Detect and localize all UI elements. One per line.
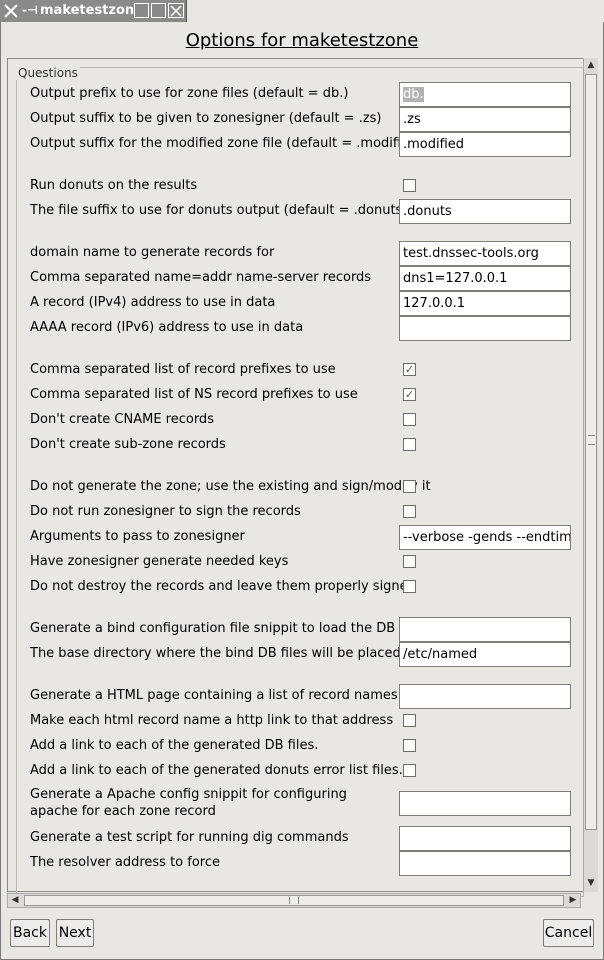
option-input[interactable] <box>399 617 571 642</box>
option-input[interactable]: 127.0.0.1 <box>399 291 571 316</box>
option-label: Don't create CNAME records <box>30 412 214 427</box>
option-checkbox[interactable] <box>403 555 416 568</box>
option-checkbox[interactable] <box>403 413 416 426</box>
option-input-value: .zs <box>403 112 421 127</box>
option-input-value: dns1=127.0.0.1 <box>403 271 508 286</box>
option-checkbox[interactable] <box>403 179 416 192</box>
option-label: The base directory where the bind DB fil… <box>30 646 401 661</box>
option-label: domain name to generate records for <box>30 245 275 260</box>
option-label: Do not run zonesigner to sign the record… <box>30 504 301 519</box>
option-input[interactable] <box>399 684 571 709</box>
option-checkbox[interactable] <box>403 480 416 493</box>
horizontal-scrollbar[interactable]: ◀ ▶ <box>7 893 581 908</box>
option-checkbox[interactable]: ✓ <box>403 388 416 401</box>
option-label: Comma separated list of record prefixes … <box>30 362 336 377</box>
option-checkbox[interactable] <box>403 764 416 777</box>
scroll-right-arrow-icon[interactable]: ▶ <box>566 894 580 907</box>
option-input[interactable]: /etc/named <box>399 642 571 667</box>
vertical-scrollbar[interactable]: ▲ ▼ <box>583 58 598 892</box>
option-label: Run donuts on the results <box>30 178 198 193</box>
option-input[interactable]: --verbose -gends --endtime + <box>399 525 571 550</box>
option-input[interactable] <box>399 851 571 876</box>
option-label: Add a link to each of the generated donu… <box>30 763 403 778</box>
option-checkbox[interactable]: ✓ <box>403 363 416 376</box>
option-label: Generate a HTML page containing a list o… <box>30 688 398 703</box>
back-button[interactable]: Back <box>10 919 50 947</box>
next-button[interactable]: Next <box>56 919 94 947</box>
window-title: maketestzone <box>40 3 143 18</box>
option-checkbox[interactable] <box>403 714 416 727</box>
option-checkbox[interactable] <box>403 580 416 593</box>
option-input[interactable]: .donuts <box>399 199 571 224</box>
close-button[interactable] <box>168 3 184 18</box>
option-label: Don't create sub-zone records <box>30 437 226 452</box>
checkmark-icon: ✓ <box>404 363 415 376</box>
horizontal-scroll-thumb[interactable] <box>24 895 564 906</box>
option-label: The file suffix to use for donuts output… <box>30 203 408 218</box>
vertical-scroll-thumb[interactable] <box>585 74 597 830</box>
close-icon <box>170 5 182 17</box>
option-input-value: --verbose -gends --endtime + <box>403 530 571 545</box>
cancel-button[interactable]: Cancel <box>543 919 594 947</box>
option-checkbox[interactable] <box>403 505 416 518</box>
option-input[interactable]: db. <box>399 82 571 107</box>
page-title: Options for maketestzone <box>185 30 419 51</box>
scroll-down-arrow-icon[interactable]: ▼ <box>584 876 598 890</box>
checkmark-icon: ✓ <box>404 388 415 401</box>
option-input-value: test.dnssec-tools.org <box>403 246 539 261</box>
option-input-value: .donuts <box>403 204 452 219</box>
option-label: A record (IPv4) address to use in data <box>30 295 276 310</box>
questions-frame-label: Questions <box>16 66 80 80</box>
option-input[interactable] <box>399 826 571 851</box>
option-label: Output suffix for the modified zone file… <box>30 136 423 151</box>
window-menu-icon[interactable] <box>3 3 19 19</box>
option-input[interactable]: .zs <box>399 107 571 132</box>
option-checkbox[interactable] <box>403 438 416 451</box>
option-checkbox[interactable] <box>403 739 416 752</box>
option-label: AAAA record (IPv6) address to use in dat… <box>30 320 304 335</box>
scroll-up-arrow-icon[interactable]: ▲ <box>584 58 598 72</box>
option-input[interactable]: .modified <box>399 132 571 157</box>
option-input[interactable]: test.dnssec-tools.org <box>399 241 571 266</box>
option-label: Add a link to each of the generated DB f… <box>30 738 319 753</box>
option-input[interactable] <box>399 316 571 341</box>
option-input-value: /etc/named <box>403 647 478 662</box>
maximize-button[interactable] <box>151 3 166 18</box>
pin-icon[interactable]: -⊣ <box>22 3 38 17</box>
scroll-grip-icon <box>289 897 299 904</box>
option-label: Generate a test script for running dig c… <box>30 830 349 845</box>
minimize-button[interactable] <box>134 3 149 18</box>
option-label: Output prefix to use for zone files (def… <box>30 86 349 101</box>
option-label: Comma separated name=addr name-server re… <box>30 270 372 285</box>
scroll-left-arrow-icon[interactable]: ◀ <box>8 894 22 907</box>
option-label: The resolver address to force <box>30 855 220 870</box>
option-label: Output suffix to be given to zonesigner … <box>30 111 382 126</box>
option-label: Make each html record name a http link t… <box>30 713 394 728</box>
option-label: Generate a Apache config snippit for con… <box>30 787 347 819</box>
option-input-value: 127.0.0.1 <box>403 296 466 311</box>
option-input-value: .modified <box>403 137 465 152</box>
option-label: Have zonesigner generate needed keys <box>30 554 289 569</box>
option-label: Arguments to pass to zonesigner <box>30 529 245 544</box>
scroll-grip-icon <box>588 435 595 445</box>
option-input[interactable]: dns1=127.0.0.1 <box>399 266 571 291</box>
option-label: Generate a bind configuration file snipp… <box>30 621 426 636</box>
option-label: Comma separated list of NS record prefix… <box>30 387 358 402</box>
option-label: Do not generate the zone; use the existi… <box>30 479 431 494</box>
option-input-value: db. <box>403 87 424 102</box>
option-label: Do not destroy the records and leave the… <box>30 579 416 594</box>
option-input[interactable] <box>399 791 571 816</box>
